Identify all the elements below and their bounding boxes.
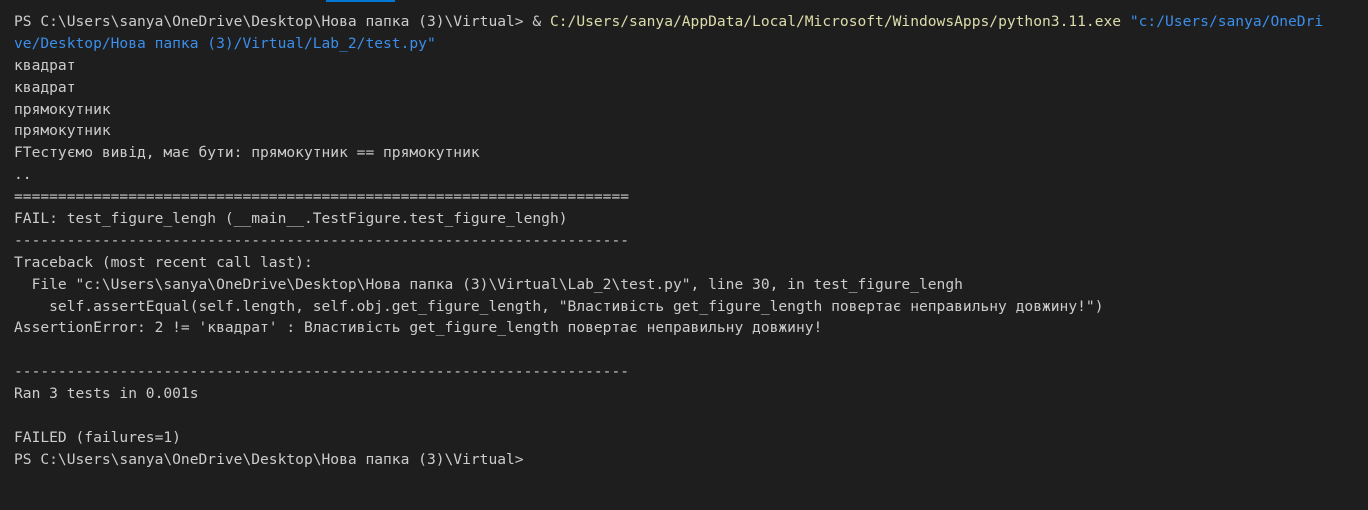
fail-header: FAIL: test_figure_lengh (__main__.TestFi… bbox=[14, 210, 568, 228]
output-line: прямокутник bbox=[14, 122, 111, 140]
separator-single: ----------------------------------------… bbox=[14, 231, 630, 249]
separator-single: ----------------------------------------… bbox=[14, 363, 630, 381]
output-line: квадрат bbox=[14, 78, 76, 96]
python-exe-path: C:/Users/sanya/AppData/Local/Microsoft/W… bbox=[549, 13, 1122, 30]
terminal-scrollbar[interactable] bbox=[1358, 0, 1368, 510]
traceback-code-line: self.assertEqual(self.length, self.obj.g… bbox=[14, 297, 1104, 315]
traceback-header: Traceback (most recent call last): bbox=[14, 253, 313, 271]
output-line: прямокутник bbox=[14, 100, 111, 118]
test-progress-dots: .. bbox=[14, 166, 32, 184]
active-tab-indicator bbox=[326, 0, 395, 2]
call-operator: & bbox=[532, 13, 550, 30]
assertion-error: AssertionError: 2 != 'квадрат' : Властив… bbox=[14, 319, 823, 337]
test-summary: Ran 3 tests in 0.001s bbox=[14, 385, 199, 403]
command-line-wrap: ve/Desktop/Нова папка (3)/Virtual/Lab_2/… bbox=[14, 33, 1368, 55]
command-line: PS C:\Users\sanya\OneDrive\Desktop\Нова … bbox=[14, 11, 1368, 33]
script-arg-start: "c:/Users/sanya/OneDri bbox=[1121, 13, 1324, 30]
terminal-panel[interactable]: PS C:\Users\sanya\OneDrive\Desktop\Нова … bbox=[0, 0, 1368, 510]
script-arg-end: ve/Desktop/Нова папка (3)/Virtual/Lab_2/… bbox=[14, 34, 436, 52]
separator-double: ========================================… bbox=[14, 188, 630, 206]
traceback-file-line: File "c:\Users\sanya\OneDrive\Desktop\Но… bbox=[14, 275, 963, 293]
prompt: PS C:\Users\sanya\OneDrive\Desktop\Нова … bbox=[14, 13, 533, 30]
prompt-line: PS C:\Users\sanya\OneDrive\Desktop\Нова … bbox=[14, 450, 524, 468]
output-line: квадрат bbox=[14, 56, 76, 74]
output-line: FТестуємо вивід, має бути: прямокутник =… bbox=[14, 144, 480, 162]
failed-result: FAILED (failures=1) bbox=[14, 428, 181, 446]
